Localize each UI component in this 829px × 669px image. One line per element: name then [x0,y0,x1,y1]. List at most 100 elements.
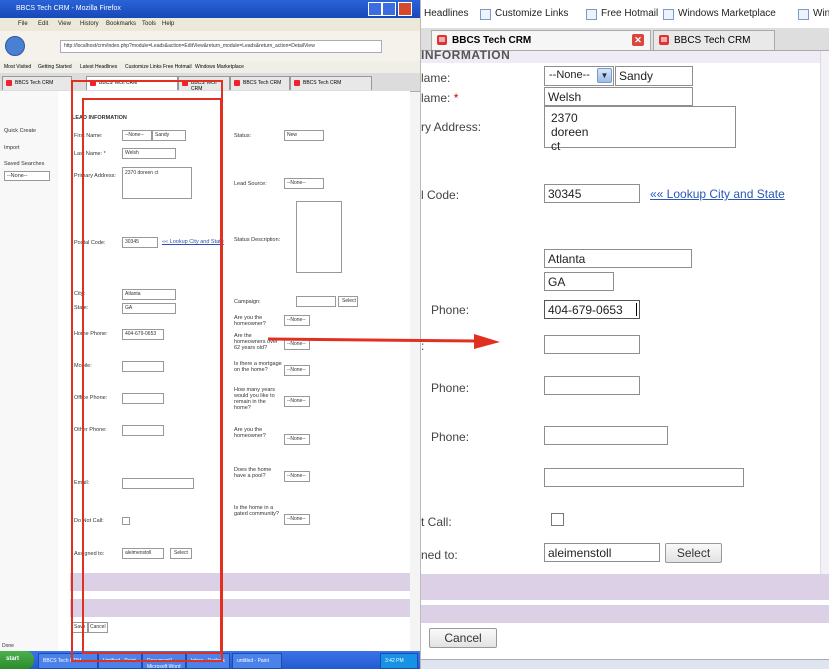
annotation-highlight-inner [82,98,222,654]
window-title-bar: BBCS Tech CRM - Mozilla Firefox [0,0,420,18]
office-phone-input[interactable] [544,376,640,395]
bookmark-latest-headlines[interactable]: Latest Headlines [80,64,117,70]
first-name-input[interactable]: Sandy [615,66,693,86]
pool-select[interactable]: --None-- [284,471,310,482]
menu-file[interactable]: File [18,21,28,27]
mobile-input[interactable] [544,335,640,354]
close-window-button[interactable] [398,2,412,16]
label-lead-source: Lead Source: [234,181,267,187]
taskbar-item-5[interactable]: untitled - Paint [232,653,282,669]
tab-5[interactable]: BBCS Tech CRM [290,76,372,90]
assigned-select-button[interactable]: Select [665,543,722,563]
label-other-phone: Phone: [431,430,470,444]
postal-code-input[interactable]: 30345 [544,184,640,203]
form-band-2 [421,605,829,623]
label-office-phone: Phone: [431,381,470,395]
label-last-name: lame: * [421,91,459,105]
tab-1[interactable]: BBCS Tech CRM [2,76,72,90]
question-homeowner: Are you the homeowner? [234,315,266,327]
taskbar-edge [421,659,829,669]
question-gated: Is the home in a gated community? [234,505,279,517]
menu-history[interactable]: History [80,21,99,27]
campaign-input[interactable] [296,296,336,307]
chevron-down-icon: ▼ [597,68,612,83]
sidebar-saved-searches: Saved Searches [4,161,45,167]
tab-4[interactable]: BBCS Tech CRM [230,76,290,90]
assigned-to-input[interactable]: aleimenstoll [544,543,660,562]
bookmark-windows-media[interactable]: Windows Media [813,8,829,19]
crm-favicon-icon [6,80,12,86]
tab-active-bbcs[interactable]: BBCS Tech CRM ✕ [431,30,651,50]
state-input[interactable]: GA [544,272,614,291]
lead-source-select[interactable]: --None-- [284,178,324,189]
other-phone-input[interactable] [544,426,668,445]
label-home-phone: Phone: [431,303,470,317]
menu-bookmarks[interactable]: Bookmarks [106,21,136,27]
system-tray-clock: 3:42 PM [380,653,418,669]
bookmark-customize-links[interactable]: Customize Links [125,64,162,70]
status-bar-text: Done [2,643,14,649]
gated-select[interactable]: --None-- [284,514,310,525]
menu-bar: File Edit View History Bookmarks Tools H… [0,18,420,31]
bookmark-windows-marketplace[interactable]: Windows Marketplace [678,8,776,19]
close-tab-icon[interactable]: ✕ [632,34,644,46]
campaign-select-button[interactable]: Select [338,296,358,307]
primary-address-textarea[interactable]: 2370 doreen ct [544,106,736,153]
bookmark-icon [586,9,597,20]
window-title: BBCS Tech CRM - Mozilla Firefox [16,5,121,12]
homeowner-select[interactable]: --None-- [284,315,310,326]
navigation-toolbar: http://localhost/crm/index.php?module=Le… [0,31,420,62]
email-input[interactable] [544,468,744,487]
mortgage-select[interactable]: --None-- [284,365,310,376]
address-bar[interactable]: http://localhost/crm/index.php?module=Le… [60,40,382,53]
status-description-textarea[interactable] [296,201,342,273]
lead-information-form: INFORMATION lame: --None-- ▼ Sandy lame:… [421,48,821,596]
label-assigned-to: ned to: [421,548,458,562]
minimize-button[interactable] [368,2,382,16]
bookmark-free-hotmail[interactable]: Free Hotmail [601,8,658,19]
crm-favicon-icon [294,80,300,86]
text-cursor [636,303,637,316]
last-name-input[interactable]: Welsh [544,87,693,106]
menu-view[interactable]: View [58,21,71,27]
menu-help[interactable]: Help [162,21,174,27]
bookmarks-toolbar-zoomed: Headlines Customize Links Free Hotmail W… [421,0,829,29]
bookmark-headlines[interactable]: Headlines [424,8,468,19]
saved-search-select[interactable]: --None-- [4,171,50,181]
salutation-select[interactable]: --None-- ▼ [544,66,614,86]
homeowner-2-select[interactable]: --None-- [284,434,310,445]
bookmark-most-visited[interactable]: Most Visited [4,64,31,70]
bookmark-getting-started[interactable]: Getting Started [38,64,72,70]
menu-edit[interactable]: Edit [38,21,48,27]
back-button[interactable] [5,36,25,56]
section-title: INFORMATION [421,48,511,62]
crm-sidebar: Quick Create Import Saved Searches --Non… [0,91,59,651]
maximize-button[interactable] [382,2,396,16]
city-input[interactable]: Atlanta [544,249,692,268]
lookup-city-state-link[interactable]: «« Lookup City and State [650,187,785,201]
page-scrollbar[interactable] [820,51,829,596]
question-pool: Does the home have a pool? [234,467,272,479]
label-campaign: Campaign: [234,299,261,305]
bookmark-customize-links[interactable]: Customize Links [495,8,568,19]
question-mortgage: Is there a mortgage on the home? [234,361,282,373]
bookmark-free-hotmail[interactable]: Free Hotmail [163,64,192,70]
sidebar-import[interactable]: Import [4,145,20,151]
bookmark-windows-marketplace[interactable]: Windows Marketplace [195,64,244,70]
bookmark-icon [798,9,809,20]
start-button[interactable]: start [0,651,34,669]
years-select[interactable]: --None-- [284,396,310,407]
question-years-in-home: How many years would you like to remain … [234,387,275,411]
label-status-description: Status Description: [234,237,281,243]
label-do-not-call: t Call: [421,515,452,529]
form-band-1 [421,574,829,600]
home-phone-input[interactable]: 404-679-0653 [544,300,640,319]
sidebar-quick-create[interactable]: Quick Create [4,128,36,134]
status-select[interactable]: New [284,130,324,141]
do-not-call-checkbox[interactable] [551,513,564,526]
label-first-name: lame: [421,71,451,85]
tab-bbcs-2[interactable]: BBCS Tech CRM [653,30,775,50]
menu-tools[interactable]: Tools [142,21,156,27]
cancel-button[interactable]: Cancel [429,628,497,648]
crm-favicon-icon [659,35,669,45]
